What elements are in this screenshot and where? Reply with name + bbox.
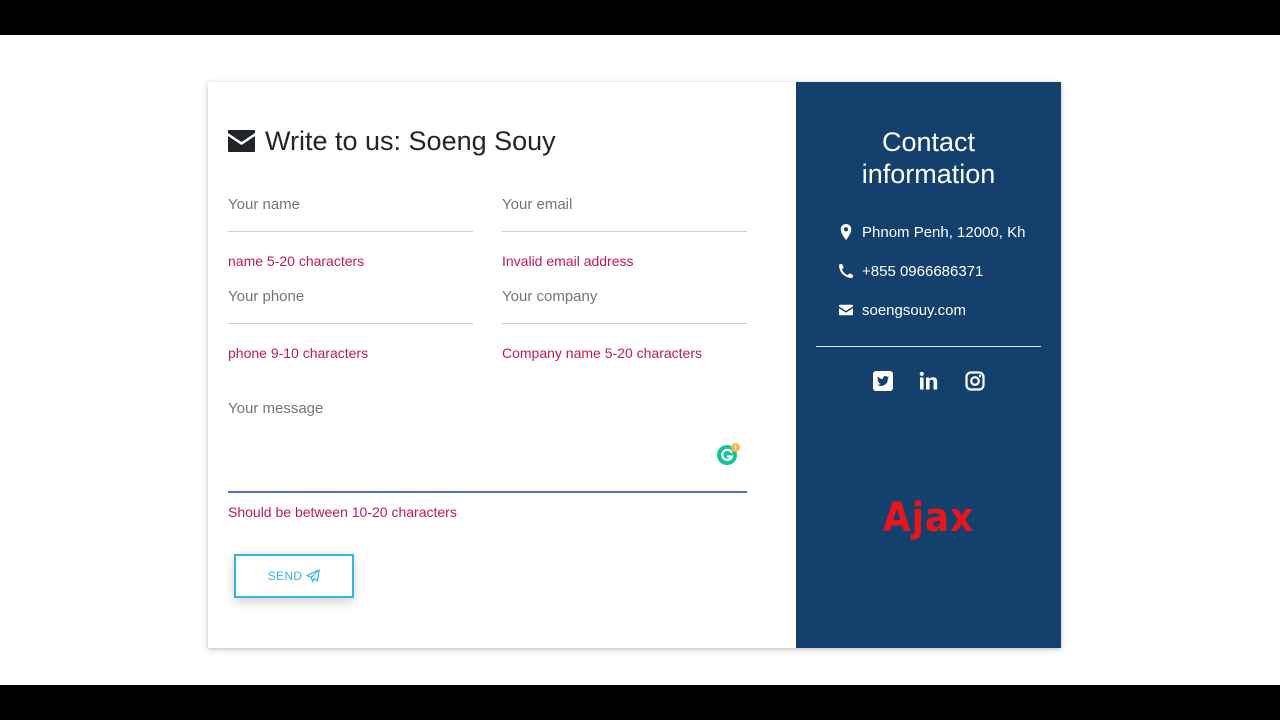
social-links: [796, 371, 1061, 391]
map-marker-icon: [839, 224, 853, 240]
page: Write to us: Soeng Souy Your name name 5…: [0, 35, 1280, 685]
phone-error: phone 9-10 characters: [228, 345, 369, 361]
email-underline: [502, 231, 747, 232]
message-label: Your message: [228, 400, 324, 417]
instagram-icon[interactable]: [964, 371, 985, 391]
address-row: Phnom Penh, 12000, Kh: [839, 222, 1025, 242]
name-label: Your name: [228, 196, 300, 213]
company-label: Your company: [502, 288, 598, 305]
phone-label: Your phone: [228, 288, 305, 305]
letterbox-top: [0, 0, 1280, 35]
phone-field[interactable]: Your phone phone 9-10 characters: [228, 288, 473, 361]
form-title: Write to us: Soeng Souy: [228, 124, 556, 158]
company-underline: [502, 323, 747, 324]
name-underline: [228, 231, 473, 232]
name-error: name 5-20 characters: [228, 253, 365, 269]
paper-plane-icon: [306, 569, 321, 583]
contact-info-title: Contact information: [796, 126, 1061, 190]
envelope-icon: [839, 302, 853, 318]
email-error: Invalid email address: [502, 253, 634, 269]
form-title-text: Write to us: Soeng Souy: [265, 125, 556, 156]
send-label: SEND: [267, 569, 303, 583]
phone-row: +855 0966686371: [839, 261, 983, 281]
address-text: Phnom Penh, 12000, Kh: [862, 223, 1026, 241]
divider: [816, 346, 1041, 347]
letterbox-bottom: [0, 685, 1280, 720]
email-text: soengsouy.com: [862, 301, 966, 319]
message-field[interactable]: Your message Should be between 10-20 cha…: [228, 400, 747, 520]
message-underline: [228, 491, 747, 493]
overlay-text-ajax: Ajax: [882, 495, 975, 541]
email-label: Your email: [502, 196, 573, 213]
email-row: soengsouy.com: [839, 300, 966, 320]
message-error: Should be between 10-20 characters: [228, 504, 457, 520]
send-button[interactable]: SEND: [234, 554, 354, 598]
grammarly-icon[interactable]: [717, 443, 741, 467]
twitter-icon[interactable]: [872, 371, 893, 391]
linkedin-icon[interactable]: [919, 371, 939, 391]
contact-info-panel: Contact information Phnom Penh, 12000, K…: [796, 82, 1061, 648]
phone-underline: [228, 323, 473, 324]
contact-title-line2: information: [861, 159, 996, 189]
company-field[interactable]: Your company Company name 5-20 character…: [502, 288, 747, 361]
contact-title-line1: Contact: [881, 127, 976, 157]
company-error: Company name 5-20 characters: [502, 345, 702, 361]
contact-card: Write to us: Soeng Souy Your name name 5…: [208, 82, 1061, 648]
email-field[interactable]: Your email Invalid email address: [502, 196, 747, 269]
contact-form: Write to us: Soeng Souy Your name name 5…: [208, 82, 796, 648]
name-field[interactable]: Your name name 5-20 characters: [228, 196, 473, 269]
phone-text: +855 0966686371: [862, 262, 984, 280]
envelope-icon: [228, 130, 255, 152]
phone-icon: [839, 263, 853, 279]
